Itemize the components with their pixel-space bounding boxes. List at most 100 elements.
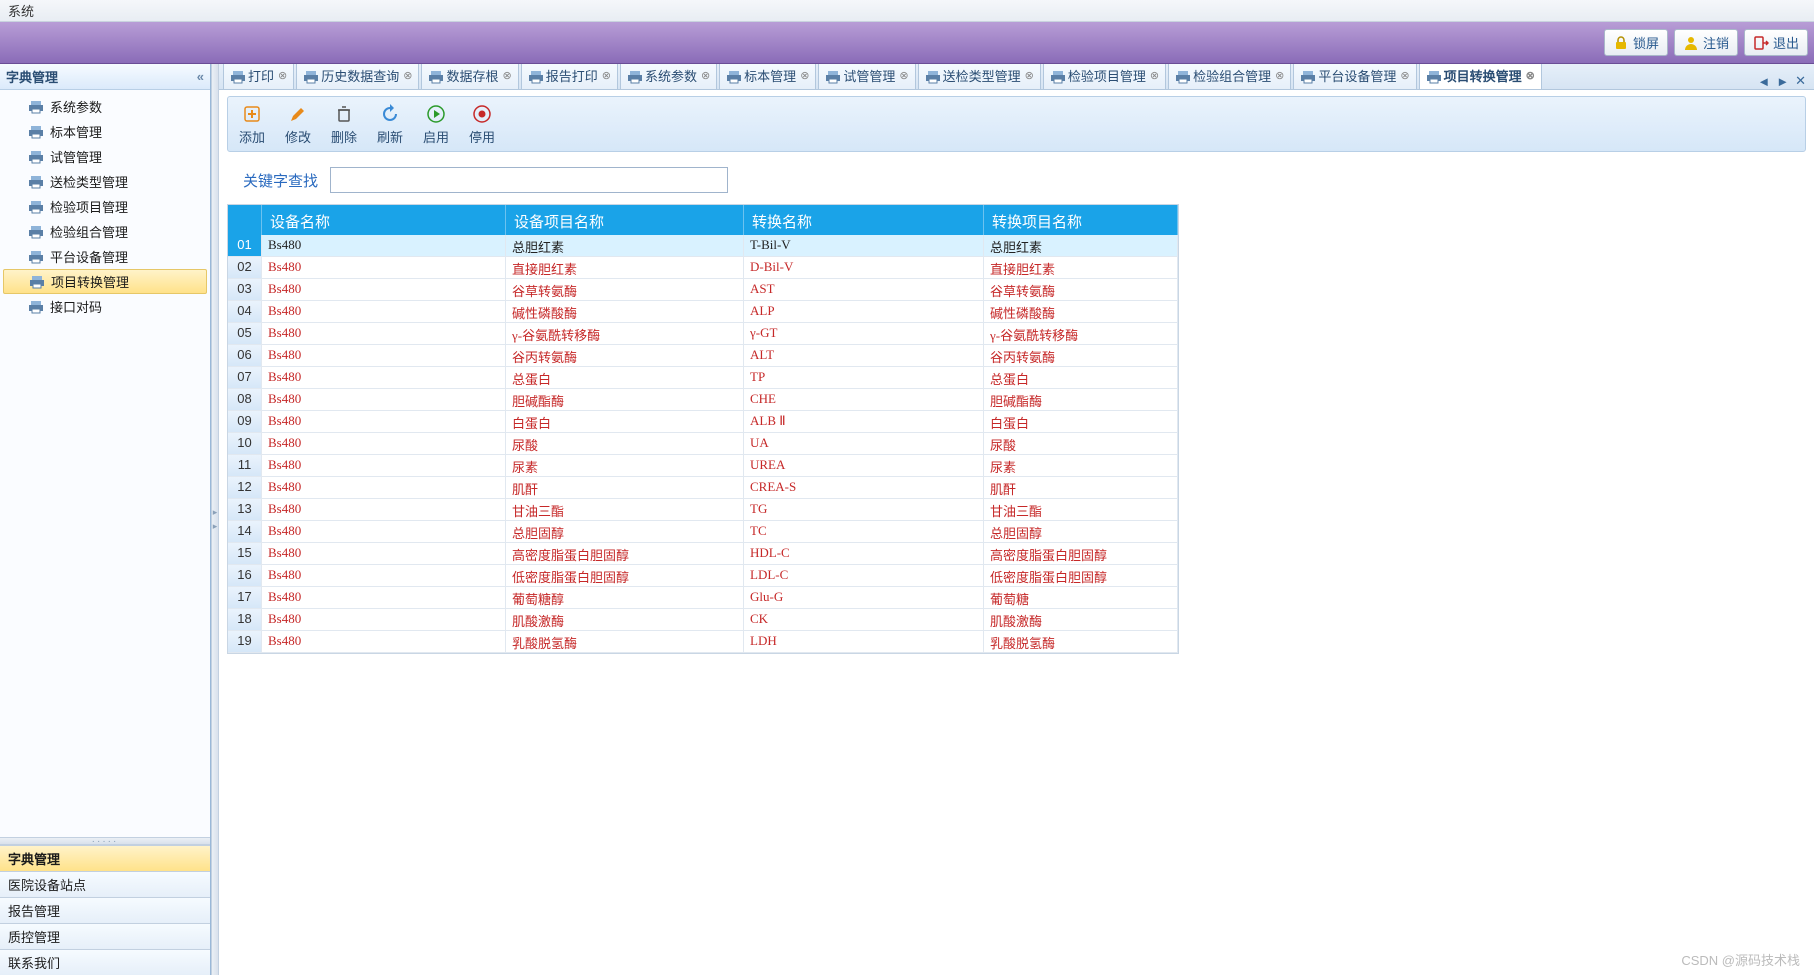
close-icon[interactable]: ⊗ <box>1025 69 1034 82</box>
table-row[interactable]: 03Bs480谷草转氨酶AST谷草转氨酶 <box>228 279 1178 301</box>
exit-button[interactable]: 退出 <box>1744 29 1808 56</box>
system-menu[interactable]: 系统 <box>8 1 34 20</box>
sidebar-splitter[interactable]: ····· <box>0 837 210 845</box>
tab-close-all[interactable]: ✕ <box>1795 73 1806 89</box>
tab-11[interactable]: 项目转换管理⊗ <box>1419 64 1542 89</box>
table-row[interactable]: 18Bs480肌酸激酶CK肌酸激酶 <box>228 609 1178 631</box>
table-row[interactable]: 15Bs480高密度脂蛋白胆固醇HDL-C高密度脂蛋白胆固醇 <box>228 543 1178 565</box>
table-row[interactable]: 17Bs480葡萄糖醇Glu-G葡萄糖 <box>228 587 1178 609</box>
cell-device: Bs480 <box>262 301 506 322</box>
cell-project: γ-谷氨酰转移酶 <box>506 323 744 344</box>
tab-4[interactable]: 系统参数⊗ <box>620 64 717 89</box>
printer-icon <box>1426 70 1440 82</box>
table-row[interactable]: 19Bs480乳酸脱氢酶LDH乳酸脱氢酶 <box>228 631 1178 653</box>
close-icon[interactable]: ⊗ <box>1526 69 1535 82</box>
close-icon[interactable]: ⊗ <box>1275 69 1284 82</box>
sidebar-footer-item-3[interactable]: 质控管理 <box>0 923 210 949</box>
table-row[interactable]: 12Bs480肌酐CREA-S肌酐 <box>228 477 1178 499</box>
close-icon[interactable]: ⊗ <box>899 69 908 82</box>
table-row[interactable]: 02Bs480直接胆红素D-Bil-V直接胆红素 <box>228 257 1178 279</box>
table-row[interactable]: 14Bs480总胆固醇TC总胆固醇 <box>228 521 1178 543</box>
vertical-splitter[interactable]: ▸▸ <box>211 64 219 975</box>
table-row[interactable]: 04Bs480碱性磷酸酶ALP碱性磷酸酶 <box>228 301 1178 323</box>
logout-button[interactable]: 注销 <box>1674 29 1738 56</box>
table-row[interactable]: 10Bs480尿酸UA尿酸 <box>228 433 1178 455</box>
printer-icon <box>726 70 740 82</box>
printer-icon <box>230 70 244 82</box>
close-icon[interactable]: ⊗ <box>1150 69 1159 82</box>
table-row[interactable]: 09Bs480白蛋白ALB Ⅱ白蛋白 <box>228 411 1178 433</box>
edit-button[interactable]: 修改 <box>282 103 314 146</box>
toolbar: 添加 修改 删除 刷新 启用 <box>227 96 1806 152</box>
tab-9[interactable]: 检验组合管理⊗ <box>1168 64 1291 89</box>
refresh-button[interactable]: 刷新 <box>374 103 406 146</box>
sidebar-item-label: 试管管理 <box>50 147 102 166</box>
table-row[interactable]: 01Bs480总胆红素T-Bil-V总胆红素 <box>228 235 1178 257</box>
close-icon[interactable]: ⊗ <box>701 69 710 82</box>
close-icon[interactable]: ⊗ <box>403 69 412 82</box>
collapse-sidebar-icon[interactable]: « <box>197 69 204 84</box>
lock-button[interactable]: 锁屏 <box>1604 29 1668 56</box>
close-icon[interactable]: ⊗ <box>502 69 511 82</box>
col-convert[interactable]: 转换名称 <box>744 205 984 235</box>
tab-7[interactable]: 送检类型管理⊗ <box>918 64 1041 89</box>
sidebar-item-2[interactable]: 试管管理 <box>0 144 210 169</box>
tab-5[interactable]: 标本管理⊗ <box>719 64 816 89</box>
table-row[interactable]: 13Bs480甘油三酯TG甘油三酯 <box>228 499 1178 521</box>
cell-project: 尿素 <box>506 455 744 476</box>
tab-0[interactable]: 打印⊗ <box>223 64 294 89</box>
close-icon[interactable]: ⊗ <box>602 69 611 82</box>
exit-icon <box>1753 35 1769 51</box>
sidebar-item-5[interactable]: 检验组合管理 <box>0 219 210 244</box>
delete-button[interactable]: 删除 <box>328 103 360 146</box>
sidebar-item-3[interactable]: 送检类型管理 <box>0 169 210 194</box>
tab-prev[interactable]: ◄ <box>1757 74 1770 89</box>
table-row[interactable]: 05Bs480γ-谷氨酰转移酶γ-GTγ-谷氨酰转移酶 <box>228 323 1178 345</box>
cell-project: 谷丙转氨酶 <box>506 345 744 366</box>
sidebar-footer-item-1[interactable]: 医院设备站点 <box>0 871 210 897</box>
tab-next[interactable]: ► <box>1776 74 1789 89</box>
sidebar-item-7[interactable]: 项目转换管理 <box>3 269 207 294</box>
cell-project: 低密度脂蛋白胆固醇 <box>506 565 744 586</box>
table-row[interactable]: 08Bs480胆碱酯酶CHE胆碱酯酶 <box>228 389 1178 411</box>
col-convert-project[interactable]: 转换项目名称 <box>984 205 1178 235</box>
sidebar-item-4[interactable]: 检验项目管理 <box>0 194 210 219</box>
row-num: 06 <box>228 345 262 366</box>
sidebar-item-6[interactable]: 平台设备管理 <box>0 244 210 269</box>
tab-2[interactable]: 数据存根⊗ <box>421 64 518 89</box>
sidebar-footer-item-2[interactable]: 报告管理 <box>0 897 210 923</box>
sidebar: 字典管理 « 系统参数标本管理试管管理送检类型管理检验项目管理检验组合管理平台设… <box>0 64 211 975</box>
tab-6[interactable]: 试管管理⊗ <box>818 64 915 89</box>
close-icon[interactable]: ⊗ <box>800 69 809 82</box>
cell-convert-project: 总蛋白 <box>984 367 1178 388</box>
tab-1[interactable]: 历史数据查询⊗ <box>296 64 419 89</box>
printer-icon <box>28 225 44 239</box>
col-device[interactable]: 设备名称 <box>262 205 506 235</box>
cell-project: 碱性磷酸酶 <box>506 301 744 322</box>
tab-10[interactable]: 平台设备管理⊗ <box>1293 64 1416 89</box>
table-row[interactable]: 07Bs480总蛋白TP总蛋白 <box>228 367 1178 389</box>
tab-8[interactable]: 检验项目管理⊗ <box>1043 64 1166 89</box>
add-button[interactable]: 添加 <box>236 103 268 146</box>
sidebar-footer-item-4[interactable]: 联系我们 <box>0 949 210 975</box>
search-input[interactable] <box>330 167 728 193</box>
cell-device: Bs480 <box>262 477 506 498</box>
table-row[interactable]: 06Bs480谷丙转氨酶ALT谷丙转氨酶 <box>228 345 1178 367</box>
tab-3[interactable]: 报告打印⊗ <box>521 64 618 89</box>
sidebar-item-8[interactable]: 接口对码 <box>0 294 210 319</box>
sidebar-item-0[interactable]: 系统参数 <box>0 94 210 119</box>
sidebar-footer-item-0[interactable]: 字典管理 <box>0 845 210 871</box>
row-num: 12 <box>228 477 262 498</box>
disable-button[interactable]: 停用 <box>466 103 498 146</box>
col-project[interactable]: 设备项目名称 <box>506 205 744 235</box>
close-icon[interactable]: ⊗ <box>278 69 287 82</box>
sidebar-item-label: 检验项目管理 <box>50 197 128 216</box>
enable-button[interactable]: 启用 <box>420 103 452 146</box>
close-icon[interactable]: ⊗ <box>1400 69 1409 82</box>
play-icon <box>425 103 447 125</box>
printer-icon <box>825 70 839 82</box>
table-row[interactable]: 11Bs480尿素UREA尿素 <box>228 455 1178 477</box>
cell-convert: CHE <box>744 389 984 410</box>
table-row[interactable]: 16Bs480低密度脂蛋白胆固醇LDL-C低密度脂蛋白胆固醇 <box>228 565 1178 587</box>
sidebar-item-1[interactable]: 标本管理 <box>0 119 210 144</box>
